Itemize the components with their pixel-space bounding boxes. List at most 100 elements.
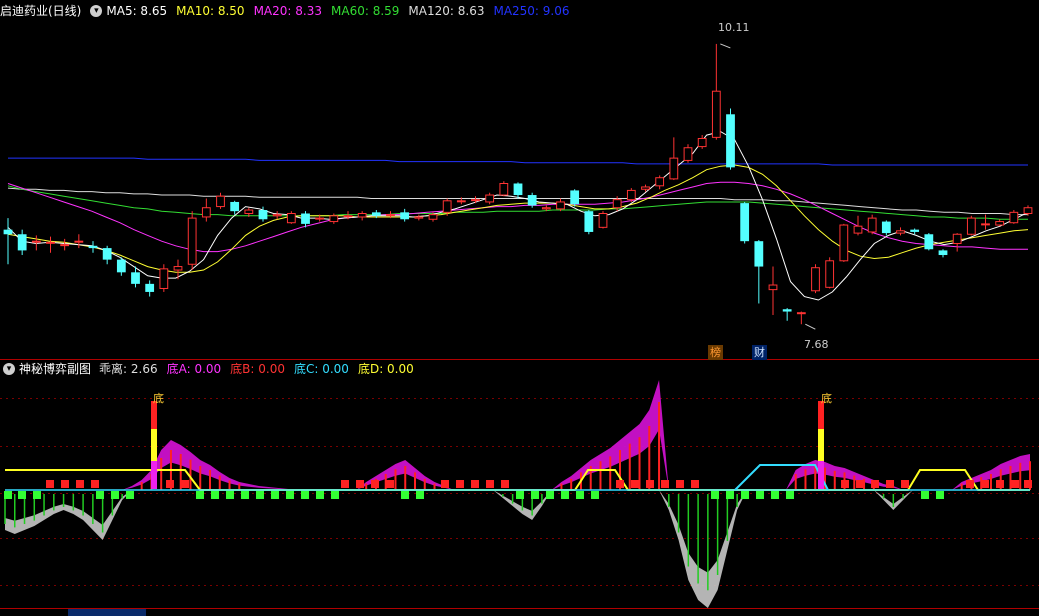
candle-body: [853, 225, 863, 234]
oscillator-marker: [341, 480, 349, 488]
oscillator-marker: [501, 480, 509, 488]
candle-body: [711, 90, 721, 138]
low-price-label: 7.68: [804, 338, 829, 351]
candle-body: [428, 214, 438, 220]
candle-body: [258, 210, 268, 220]
oscillator-marker: [33, 491, 41, 499]
ma250-label: MA250: 9.06: [493, 4, 570, 18]
candle-body: [896, 230, 905, 234]
oscillator-marker: [18, 491, 26, 499]
oscillator-marker: [331, 491, 339, 499]
candle-body: [499, 183, 509, 196]
candle-body: [485, 194, 495, 203]
candle-body: [584, 211, 594, 232]
ma250-line: [8, 157, 1028, 166]
oscillator-marker: [966, 480, 974, 488]
oscillator-marker: [921, 491, 929, 499]
oscillator-marker: [456, 480, 464, 488]
cai-badge[interactable]: 财: [752, 345, 767, 360]
oscillator-marker: [661, 480, 669, 488]
oscillator-marker: [301, 491, 309, 499]
oscillator-marker: [711, 491, 719, 499]
candle-body: [1009, 211, 1019, 224]
chevron-down-icon[interactable]: ▾: [90, 5, 103, 17]
candle-body: [626, 189, 636, 201]
candle-body: [910, 229, 920, 232]
oscillator-marker: [416, 491, 424, 499]
candle-body: [145, 283, 155, 292]
candle-body: [612, 199, 622, 209]
ma10-label: MA10: 8.50: [176, 4, 245, 18]
oscillator-marker: [286, 491, 294, 499]
candle-body: [811, 267, 820, 292]
candle-body: [726, 114, 735, 168]
indicator-d-label: 底D: 0.00: [357, 362, 414, 376]
oscillator-marker: [241, 491, 249, 499]
oscillator-marker: [616, 480, 624, 488]
oscillator-marker: [771, 491, 779, 499]
oscillator-marker: [936, 491, 944, 499]
candle-body: [216, 195, 225, 208]
di-signal-label: 底: [153, 392, 164, 405]
candle-body: [173, 266, 183, 271]
candle-body: [272, 214, 282, 217]
chart-title: 启迪药业(日线): [0, 4, 82, 18]
candle-body: [456, 200, 466, 203]
candle-body: [88, 245, 98, 249]
oscillator-marker: [111, 491, 119, 499]
candle-body: [329, 215, 339, 223]
chevron-down-icon[interactable]: ▾: [3, 363, 15, 375]
oscillator-marker: [856, 480, 864, 488]
indicator-c-label: 底C: 0.00: [293, 362, 349, 376]
high-pointer: [720, 43, 731, 49]
oscillator-marker: [46, 480, 54, 488]
signal-bar-magenta: [818, 461, 824, 489]
candle-body: [966, 217, 976, 235]
ma120-label: MA120: 8.63: [408, 4, 485, 18]
ma5-label: MA5: 8.65: [106, 4, 168, 18]
candle-body: [754, 241, 764, 267]
indicator-bias-label: 乖离: 2.66: [99, 362, 158, 376]
candle-body: [17, 234, 27, 251]
oscillator-marker: [646, 480, 654, 488]
oscillator-marker: [996, 480, 1004, 488]
oscillator-marker: [96, 491, 104, 499]
candle-body: [46, 241, 55, 244]
candle-body: [867, 217, 877, 233]
oscillator-marker: [441, 480, 449, 488]
oscillator-marker: [486, 480, 494, 488]
candle-body: [541, 207, 551, 210]
candlestick-series[interactable]: [3, 43, 1033, 325]
indicator-title: 神秘博弈副图: [19, 362, 92, 376]
oscillator-marker: [676, 480, 684, 488]
oscillator-marker: [691, 480, 699, 488]
candle-body: [641, 186, 650, 190]
candle-body: [159, 268, 169, 289]
candle-body: [400, 212, 410, 220]
signal-bar-yellow: [818, 429, 824, 461]
oscillator-marker: [546, 491, 554, 499]
candle-body: [442, 200, 452, 213]
oscillator-marker: [1024, 480, 1032, 488]
oscillator-marker: [516, 491, 524, 499]
oscillator-marker: [61, 480, 69, 488]
oscillator-marker: [181, 480, 189, 488]
oscillator-marker: [561, 491, 569, 499]
oscillator-marker: [76, 480, 84, 488]
candle-body: [386, 214, 395, 217]
oscillator-marker: [91, 480, 99, 488]
bang-badge[interactable]: 榜: [708, 345, 723, 360]
candle-body: [357, 212, 367, 218]
candle-body: [3, 229, 13, 235]
candle-body: [938, 250, 948, 256]
oscillator-marker: [576, 491, 584, 499]
oscillator-marker: [316, 491, 324, 499]
candle-body: [669, 157, 679, 180]
candle-body: [697, 138, 707, 148]
candle-body: [598, 212, 608, 228]
ma20-label: MA20: 8.33: [253, 4, 322, 18]
oscillator-marker: [471, 480, 479, 488]
candle-body: [655, 177, 665, 187]
candle-body: [414, 216, 424, 219]
ma60-label: MA60: 8.59: [331, 4, 400, 18]
